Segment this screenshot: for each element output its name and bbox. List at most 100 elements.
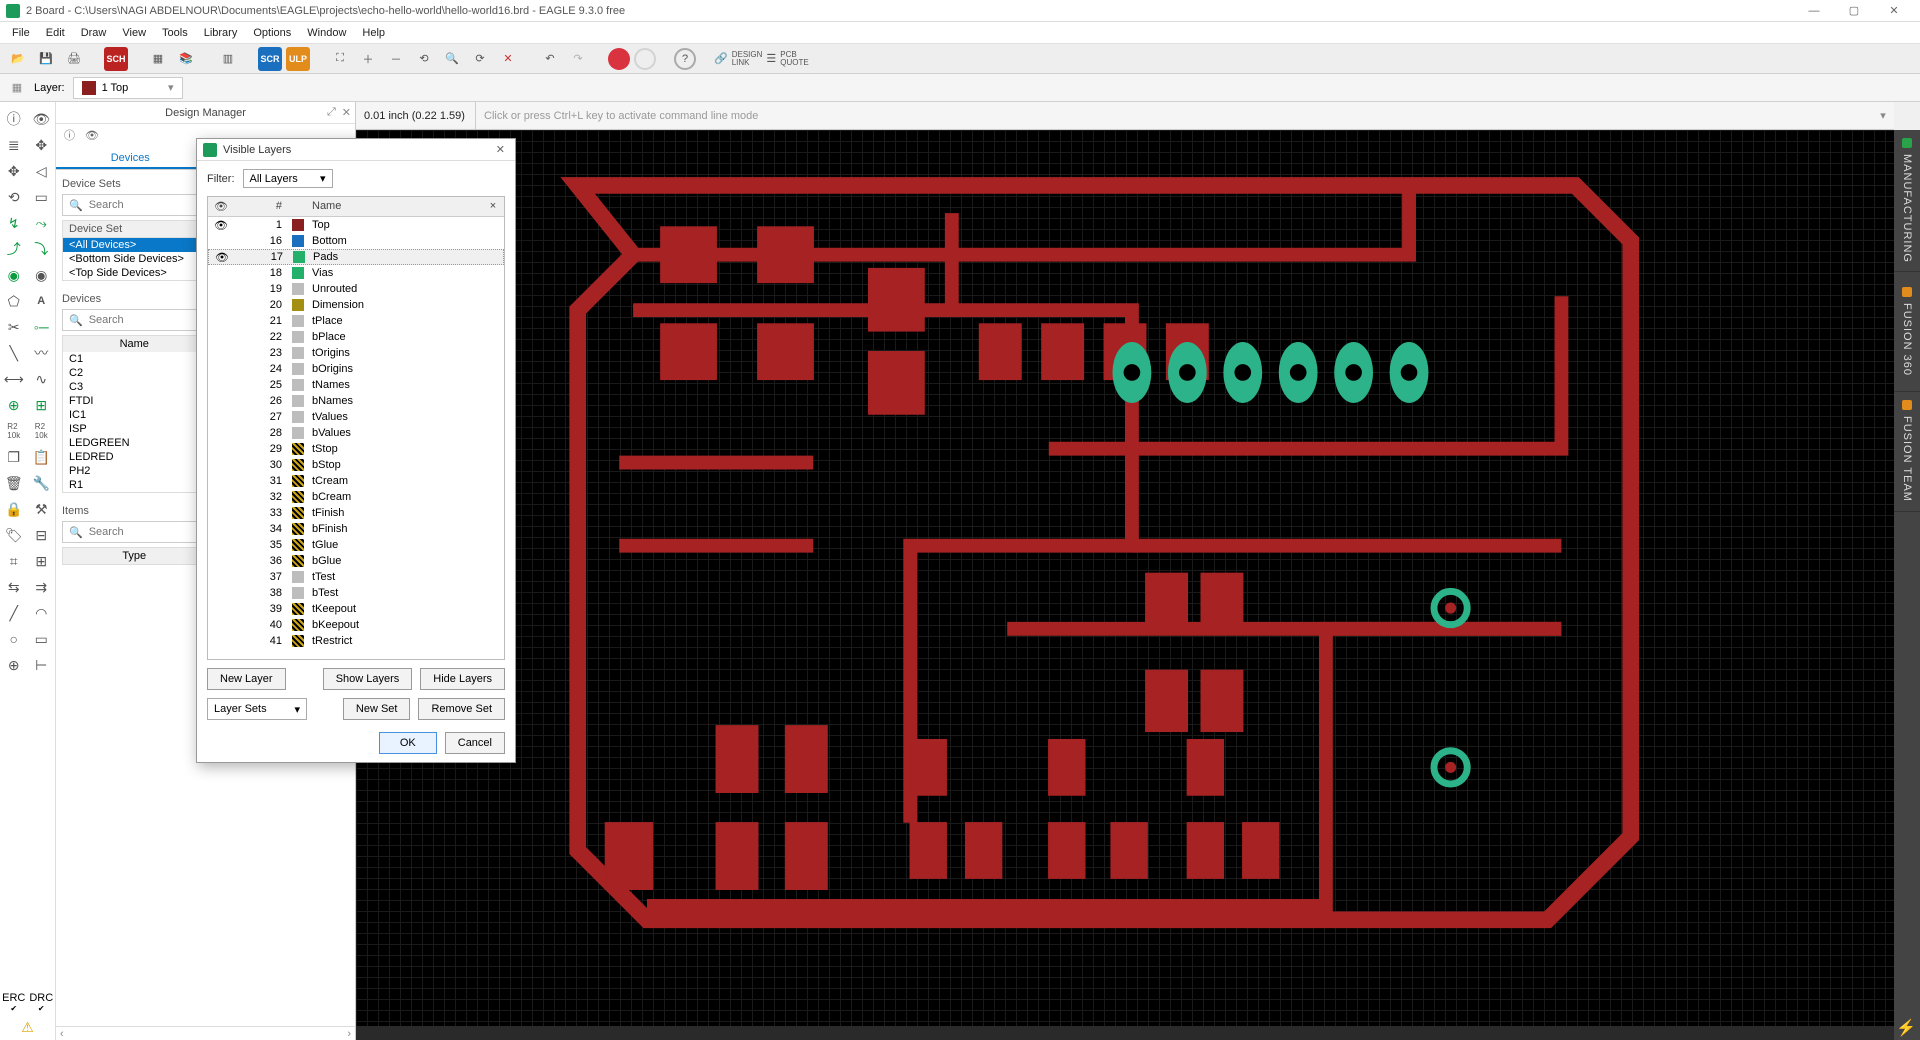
signal-icon[interactable]: ◉	[28, 262, 56, 288]
menu-draw[interactable]: Draw	[73, 25, 115, 41]
col-name[interactable]: Name	[63, 336, 206, 352]
text-icon[interactable]: A	[28, 288, 56, 314]
new-layer-button[interactable]: New Layer	[207, 668, 286, 690]
close-panel-icon[interactable]: ✕	[342, 106, 351, 119]
library-icon[interactable]: 📚	[174, 47, 198, 71]
name-label-icon[interactable]: R210k	[28, 418, 56, 444]
scr-button[interactable]: SCR	[258, 47, 282, 71]
attrib-icon[interactable]: 🏷	[0, 522, 28, 548]
mark2-icon[interactable]: ⊢	[28, 652, 56, 678]
col-name[interactable]: Name	[308, 197, 482, 216]
popout-icon[interactable]: ⤢	[327, 106, 336, 119]
circle-icon[interactable]: ○	[0, 626, 28, 652]
close-button[interactable]: ✕	[1874, 4, 1914, 17]
design-link-button[interactable]: 🔗 DESIGN LINK	[714, 51, 762, 67]
layer-row[interactable]: 16Bottom	[208, 233, 504, 249]
filter-select[interactable]: All Layers ▾	[243, 169, 333, 188]
maximize-button[interactable]: ▢	[1834, 4, 1874, 17]
help-icon[interactable]: ?	[674, 48, 696, 70]
minimize-button[interactable]: —	[1794, 5, 1834, 17]
menu-options[interactable]: Options	[245, 25, 299, 41]
layer-select[interactable]: 1 Top ▾	[73, 77, 183, 99]
stop-icon[interactable]	[608, 48, 630, 70]
zoom-redraw-icon[interactable]: ⟲	[412, 47, 436, 71]
layer-row[interactable]: 39tKeepout	[208, 601, 504, 617]
route-icon[interactable]: ↯	[0, 210, 28, 236]
zoom-select-icon[interactable]: 🔍	[440, 47, 464, 71]
menu-window[interactable]: Window	[299, 25, 354, 41]
layer-row[interactable]: 22bPlace	[208, 329, 504, 345]
redo-icon[interactable]: ↷	[566, 47, 590, 71]
layer-row[interactable]: 27tValues	[208, 409, 504, 425]
layer-row[interactable]: 38bTest	[208, 585, 504, 601]
menu-help[interactable]: Help	[354, 25, 393, 41]
col-clear-icon[interactable]: ×	[482, 197, 504, 216]
rect-icon[interactable]: ▭	[28, 626, 56, 652]
cancel-button[interactable]: Cancel	[445, 732, 505, 754]
col-number[interactable]: #	[256, 197, 288, 216]
route2-icon[interactable]: ⤳	[28, 210, 56, 236]
lock-icon[interactable]: 🔒	[0, 496, 28, 522]
command-caret-icon[interactable]: ▾	[1872, 109, 1894, 122]
layer-row[interactable]: 21tPlace	[208, 313, 504, 329]
pcb-quote-button[interactable]: ☰ PCB QUOTE	[766, 51, 808, 67]
dimension-icon[interactable]: ⟷	[0, 366, 28, 392]
copy-icon[interactable]: ❐	[0, 444, 28, 470]
scroll-left-icon[interactable]: ‹	[60, 1028, 64, 1040]
ok-button[interactable]: OK	[379, 732, 437, 754]
sch-button[interactable]: SCH	[104, 47, 128, 71]
menu-view[interactable]: View	[114, 25, 154, 41]
layer-row[interactable]: 29tStop	[208, 441, 504, 457]
dialog-close-icon[interactable]: ✕	[492, 143, 509, 156]
layer-sets-select[interactable]: Layer Sets ▾	[207, 698, 307, 720]
net-icon[interactable]: ◦─	[28, 314, 56, 340]
delete-icon[interactable]: 🗑	[0, 470, 28, 496]
tab-devices[interactable]: Devices	[56, 146, 206, 169]
via-icon[interactable]: ◉	[0, 262, 28, 288]
layer-row[interactable]: 34bFinish	[208, 521, 504, 537]
scroll-right-icon[interactable]: ›	[347, 1028, 351, 1040]
col-visible-icon[interactable]: 👁	[208, 197, 234, 216]
layer-row[interactable]: 37tTest	[208, 569, 504, 585]
vtab-fusion-team[interactable]: FUSION TEAM	[1894, 392, 1920, 512]
hide-layers-button[interactable]: Hide Layers	[420, 668, 505, 690]
pinswap-icon[interactable]: ⇆	[0, 574, 28, 600]
drc-button[interactable]: DRC✔	[28, 990, 56, 1015]
rotate-icon[interactable]: ⟲	[0, 184, 28, 210]
value-label-icon[interactable]: R210k	[0, 418, 28, 444]
vtab-manufacturing[interactable]: MANUFACTURING	[1894, 130, 1920, 272]
layer-rows[interactable]: 👁1Top16Bottom👁17Pads18Vias19Unrouted20Di…	[208, 217, 504, 659]
wave-icon[interactable]: 〰	[28, 340, 56, 366]
save-icon[interactable]: 💾	[34, 47, 58, 71]
layer-row[interactable]: 19Unrouted	[208, 281, 504, 297]
layer-row[interactable]: 23tOrigins	[208, 345, 504, 361]
replace-icon[interactable]: ⊞	[28, 392, 56, 418]
layers-icon[interactable]: ≣	[0, 132, 28, 158]
new-set-button[interactable]: New Set	[343, 698, 411, 720]
go-icon[interactable]	[634, 48, 656, 70]
line-icon[interactable]: ╲	[0, 340, 28, 366]
eye-info-icon[interactable]: ⓘ	[64, 127, 75, 143]
layer-row[interactable]: 31tCream	[208, 473, 504, 489]
layer-row[interactable]: 26bNames	[208, 393, 504, 409]
layer-row[interactable]: 35tGlue	[208, 537, 504, 553]
layer-row[interactable]: 41tRestrict	[208, 633, 504, 649]
board-icon[interactable]: ▦	[146, 47, 170, 71]
layer-row[interactable]: 18Vias	[208, 265, 504, 281]
ripup2-icon[interactable]: ⤵	[28, 236, 56, 262]
distribute-icon[interactable]: ⊟	[28, 522, 56, 548]
menu-library[interactable]: Library	[196, 25, 246, 41]
menu-file[interactable]: File	[4, 25, 38, 41]
layer-row[interactable]: 36bGlue	[208, 553, 504, 569]
refresh-icon[interactable]: ⟳	[468, 47, 492, 71]
zoom-fit-icon[interactable]: ⛶	[328, 47, 352, 71]
cam-icon[interactable]: ▥	[216, 47, 240, 71]
layer-row[interactable]: 👁17Pads	[208, 249, 504, 265]
command-line[interactable]: Click or press Ctrl+L key to activate co…	[476, 110, 1872, 122]
remove-set-button[interactable]: Remove Set	[418, 698, 505, 720]
hole-icon[interactable]: ⊕	[0, 652, 28, 678]
vtab-fusion360[interactable]: FUSION 360	[1894, 272, 1920, 392]
zoom-in-icon[interactable]: ＋	[356, 47, 380, 71]
col-type[interactable]: Type	[63, 548, 206, 564]
gateswap-icon[interactable]: ⇉	[28, 574, 56, 600]
